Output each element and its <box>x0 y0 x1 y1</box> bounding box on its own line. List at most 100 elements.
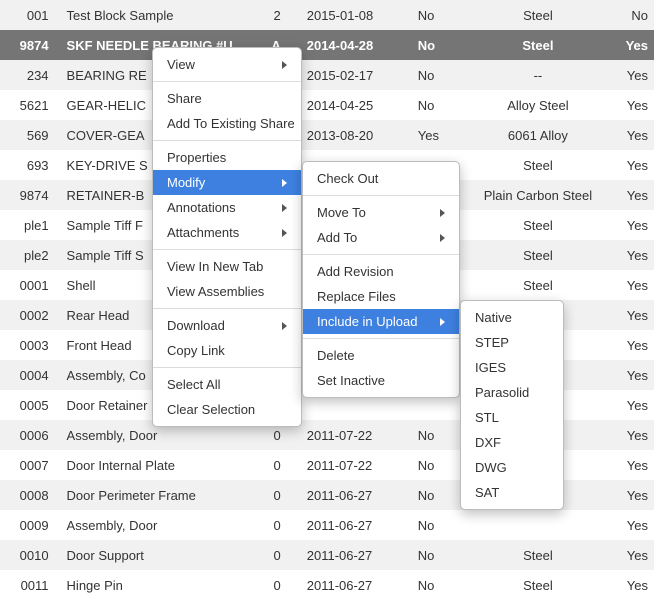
cell: No <box>412 90 473 120</box>
menu-item-add-to-existing-share[interactable]: Add To Existing Share <box>153 111 301 136</box>
cell: Assembly, Door <box>61 510 253 540</box>
menu-item-view-assemblies[interactable]: View Assemblies <box>153 279 301 304</box>
menu-separator <box>303 195 459 196</box>
cell: Door Perimeter Frame <box>61 480 253 510</box>
menu-item-dwg[interactable]: DWG <box>461 455 563 480</box>
cell: Yes <box>604 540 654 570</box>
menu-item-replace-files[interactable]: Replace Files <box>303 284 459 309</box>
table-row[interactable]: 0011Hinge Pin02011-06-27NoSteelYes <box>0 570 654 600</box>
cell: Yes <box>604 570 654 600</box>
menu-item-annotations[interactable]: Annotations <box>153 195 301 220</box>
cell: 6061 Alloy <box>472 120 603 150</box>
menu-item-properties[interactable]: Properties <box>153 145 301 170</box>
table-row[interactable]: 0009Assembly, Door02011-06-27NoYes <box>0 510 654 540</box>
cell: Steel <box>472 240 603 270</box>
cell: Steel <box>472 540 603 570</box>
menu-item-modify[interactable]: Modify <box>153 170 301 195</box>
menu-item-iges[interactable]: IGES <box>461 355 563 380</box>
chevron-right-icon <box>282 204 287 212</box>
modify-submenu: Check Out Move To Add To Add Revision Re… <box>302 161 460 398</box>
menu-separator <box>303 338 459 339</box>
cell: No <box>412 30 473 60</box>
cell: Yes <box>604 300 654 330</box>
cell: 0001 <box>0 270 61 300</box>
cell: 9874 <box>0 180 61 210</box>
cell: 2011-06-27 <box>301 510 412 540</box>
cell: 9874 <box>0 30 61 60</box>
menu-item-set-inactive[interactable]: Set Inactive <box>303 368 459 393</box>
cell: Yes <box>412 120 473 150</box>
menu-item-clear-selection[interactable]: Clear Selection <box>153 397 301 422</box>
cell: 2 <box>252 0 300 30</box>
menu-item-view-in-new-tab[interactable]: View In New Tab <box>153 254 301 279</box>
menu-item-select-all[interactable]: Select All <box>153 372 301 397</box>
cell: 0007 <box>0 450 61 480</box>
menu-item-attachments[interactable]: Attachments <box>153 220 301 245</box>
cell: 0 <box>252 570 300 600</box>
cell: 0010 <box>0 540 61 570</box>
cell: Yes <box>604 330 654 360</box>
cell: ple2 <box>0 240 61 270</box>
menu-item-delete[interactable]: Delete <box>303 343 459 368</box>
cell: Yes <box>604 180 654 210</box>
chevron-right-icon <box>282 229 287 237</box>
cell: Steel <box>472 150 603 180</box>
cell: Steel <box>472 0 603 30</box>
cell: No <box>604 0 654 30</box>
table-row[interactable]: 5621GEAR-HELIC2014-04-25NoAlloy SteelYes <box>0 90 654 120</box>
context-menu: View Share Add To Existing Share Propert… <box>152 47 302 427</box>
cell: 0 <box>252 450 300 480</box>
cell: No <box>412 0 473 30</box>
table-row[interactable]: 001Test Block Sample22015-01-08NoSteelNo <box>0 0 654 30</box>
cell: 2014-04-25 <box>301 90 412 120</box>
cell: Yes <box>604 30 654 60</box>
menu-item-download[interactable]: Download <box>153 313 301 338</box>
chevron-right-icon <box>440 234 445 242</box>
cell: -- <box>472 60 603 90</box>
cell: Hinge Pin <box>61 570 253 600</box>
chevron-right-icon <box>282 322 287 330</box>
menu-item-stl[interactable]: STL <box>461 405 563 430</box>
cell: 0011 <box>0 570 61 600</box>
menu-item-native[interactable]: Native <box>461 305 563 330</box>
table-row[interactable]: 234BEARING RE2015-02-17No--Yes <box>0 60 654 90</box>
cell: 0008 <box>0 480 61 510</box>
cell: Yes <box>604 480 654 510</box>
menu-item-dxf[interactable]: DXF <box>461 430 563 455</box>
cell: 0 <box>252 510 300 540</box>
cell: Yes <box>604 270 654 300</box>
cell: 2014-04-28 <box>301 30 412 60</box>
menu-item-copy-link[interactable]: Copy Link <box>153 338 301 363</box>
cell: Yes <box>604 450 654 480</box>
cell: 2011-06-27 <box>301 570 412 600</box>
menu-item-sat[interactable]: SAT <box>461 480 563 505</box>
menu-item-share[interactable]: Share <box>153 86 301 111</box>
menu-item-step[interactable]: STEP <box>461 330 563 355</box>
menu-item-check-out[interactable]: Check Out <box>303 166 459 191</box>
menu-item-move-to[interactable]: Move To <box>303 200 459 225</box>
table-row[interactable]: 9874SKF NEEDLE BEARING #UA2014-04-28NoSt… <box>0 30 654 60</box>
menu-item-view[interactable]: View <box>153 52 301 77</box>
menu-item-add-revision[interactable]: Add Revision <box>303 259 459 284</box>
menu-separator <box>153 81 301 82</box>
cell: Steel <box>472 30 603 60</box>
cell: 2011-06-27 <box>301 540 412 570</box>
menu-item-parasolid[interactable]: Parasolid <box>461 380 563 405</box>
cell: Yes <box>604 510 654 540</box>
cell: 2015-02-17 <box>301 60 412 90</box>
chevron-right-icon <box>440 209 445 217</box>
cell: Yes <box>604 240 654 270</box>
chevron-right-icon <box>282 179 287 187</box>
table-row[interactable]: 0010Door Support02011-06-27NoSteelYes <box>0 540 654 570</box>
table-row[interactable]: 569COVER-GEA2013-08-20Yes6061 AlloyYes <box>0 120 654 150</box>
menu-item-add-to[interactable]: Add To <box>303 225 459 250</box>
cell: Test Block Sample <box>61 0 253 30</box>
cell: 2011-07-22 <box>301 450 412 480</box>
cell: Yes <box>604 360 654 390</box>
cell: Steel <box>472 570 603 600</box>
chevron-right-icon <box>282 61 287 69</box>
menu-item-include-in-upload[interactable]: Include in Upload <box>303 309 459 334</box>
menu-separator <box>153 140 301 141</box>
cell: 234 <box>0 60 61 90</box>
upload-format-submenu: Native STEP IGES Parasolid STL DXF DWG S… <box>460 300 564 510</box>
